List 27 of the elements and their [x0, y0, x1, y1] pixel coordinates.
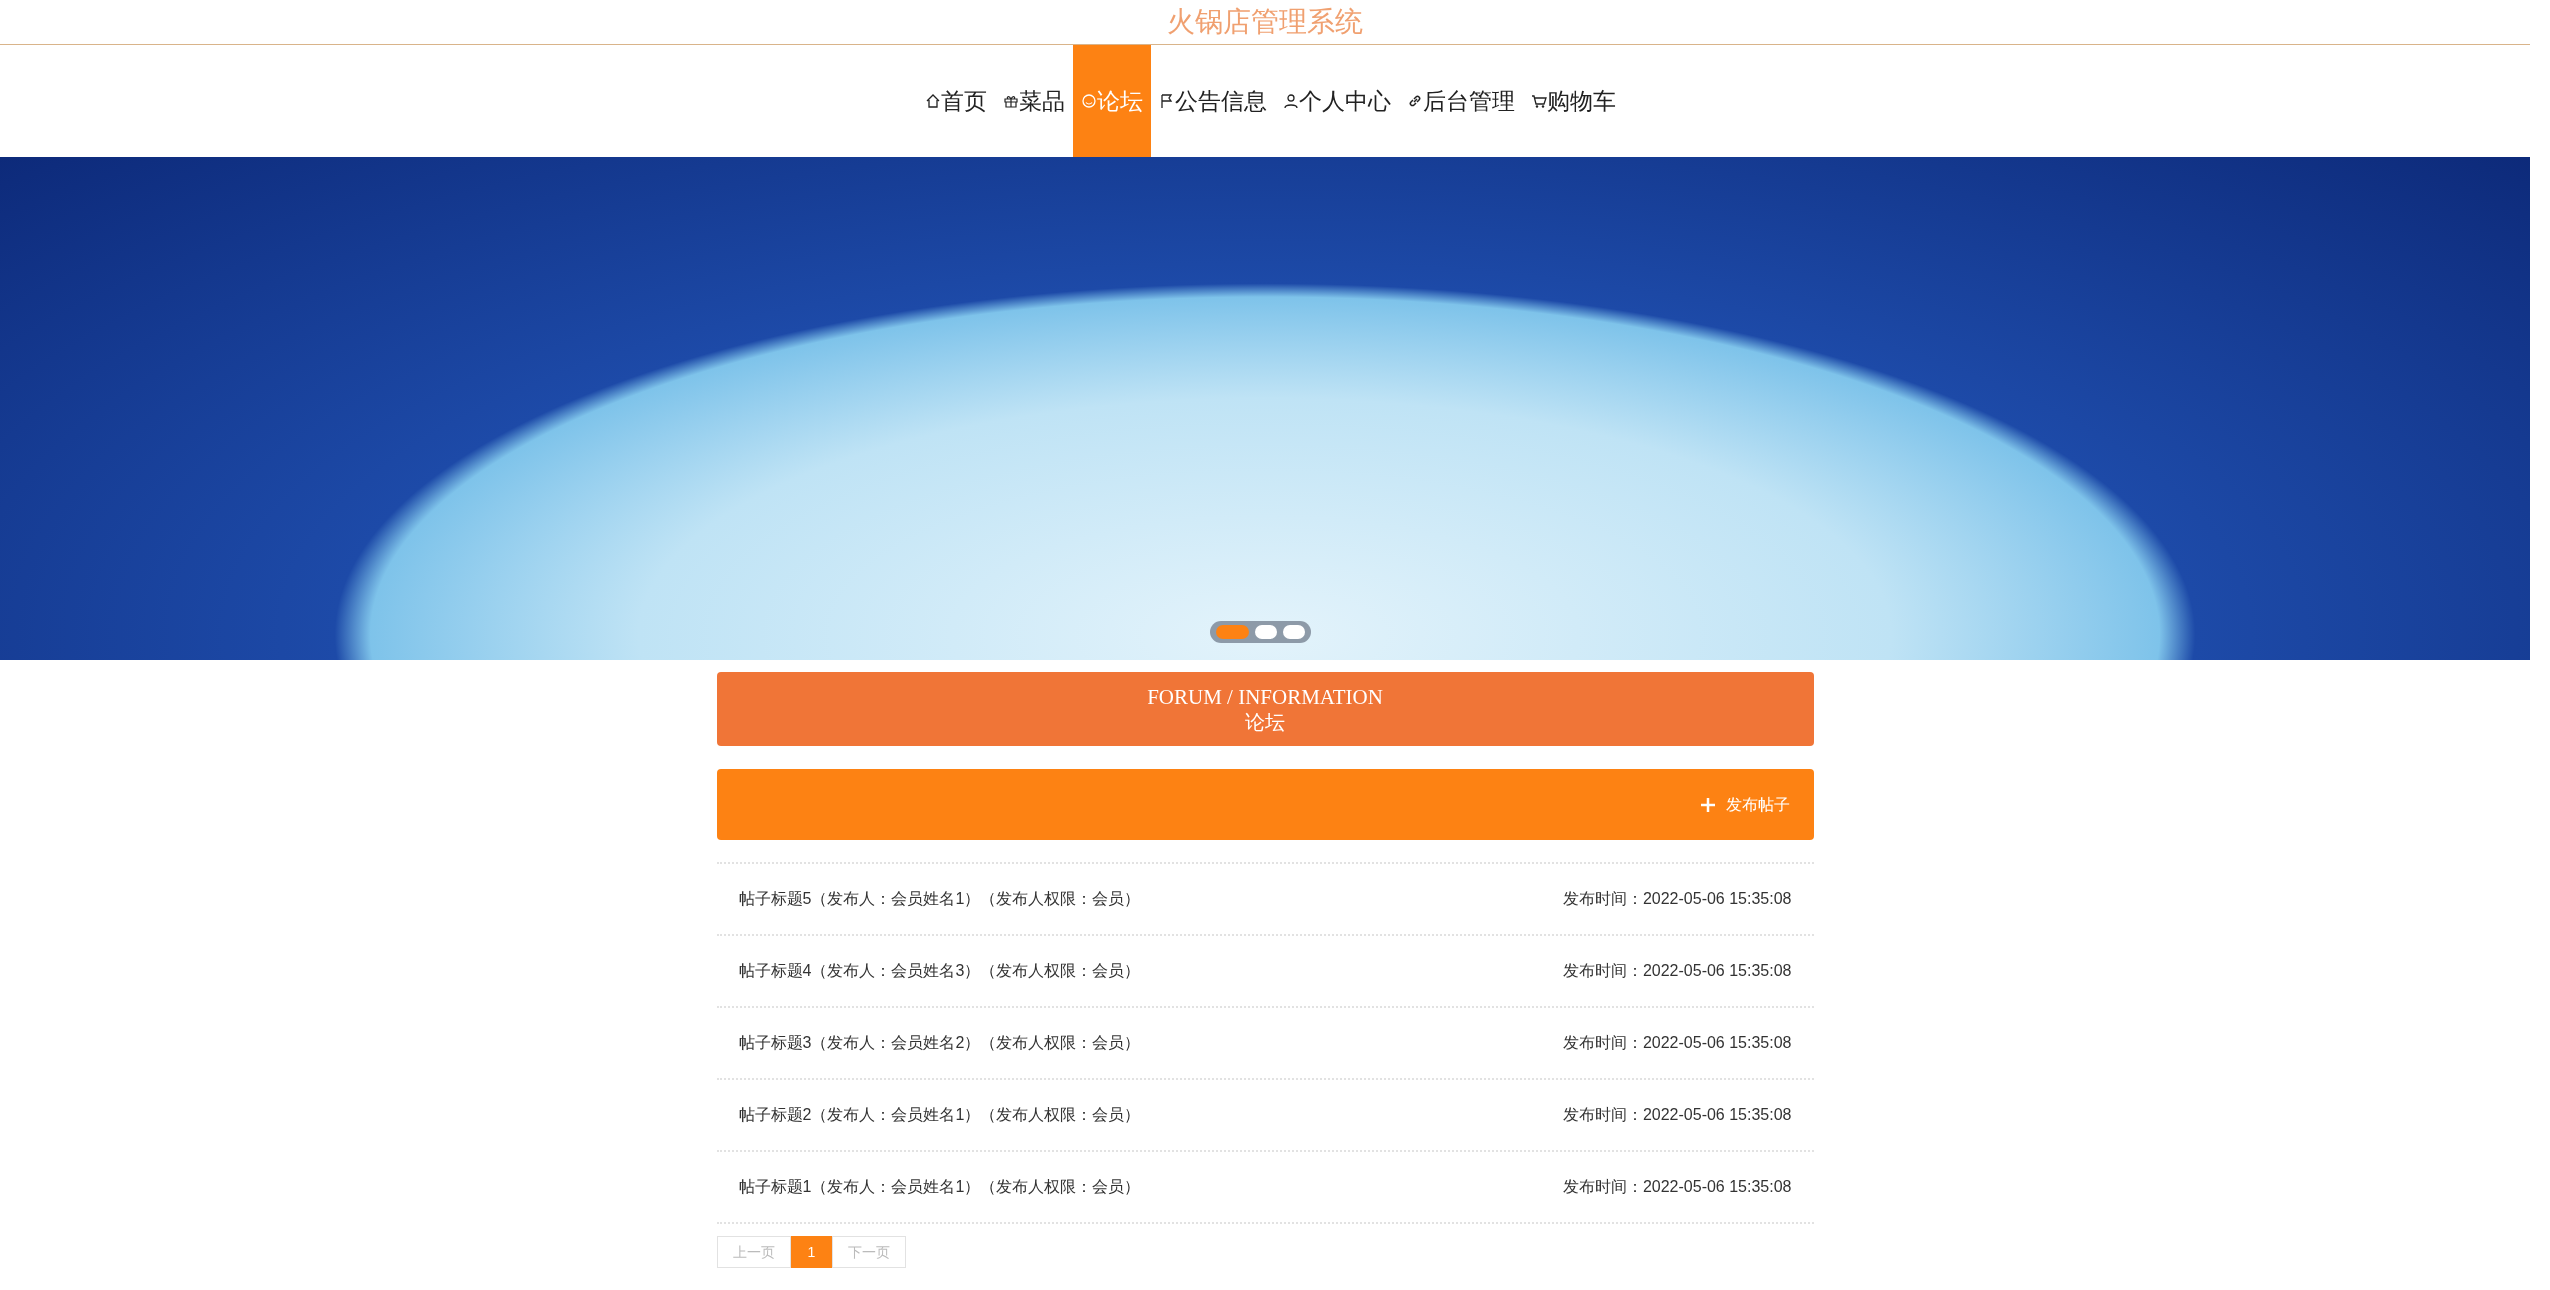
- post-title-link[interactable]: 帖子标题3（发布人：会员姓名2）（发布人权限：会员）: [738, 1031, 1141, 1055]
- post-time: 发布时间：2022-05-06 15:35:08: [1562, 1105, 1792, 1125]
- site-title: 火锅店管理系统: [1167, 8, 1363, 39]
- post-time: 发布时间：2022-05-06 15:35:08: [1562, 961, 1792, 981]
- user-icon: [1282, 93, 1299, 109]
- link-icon: [1406, 93, 1423, 109]
- home-icon: [924, 93, 941, 109]
- plus-icon: [1699, 796, 1716, 813]
- section-subtitle: 论坛: [1245, 710, 1285, 734]
- cart-icon: [1530, 93, 1547, 109]
- post-time: 发布时间：2022-05-06 15:35:08: [1562, 1177, 1792, 1197]
- post-time: 发布时间：2022-05-06 15:35:08: [1562, 889, 1792, 909]
- nav-link[interactable]: 首页: [916, 45, 995, 157]
- post-title-link[interactable]: 帖子标题1（发布人：会员姓名1）（发布人权限：会员）: [738, 1175, 1141, 1199]
- nav-link[interactable]: 个人中心: [1274, 45, 1399, 157]
- nav-link[interactable]: 菜品: [994, 45, 1073, 157]
- nav-link[interactable]: 后台管理: [1398, 45, 1523, 157]
- smile-icon: [1080, 93, 1097, 109]
- flag-icon: [1158, 93, 1175, 109]
- post-time: 发布时间：2022-05-06 15:35:08: [1562, 1033, 1792, 1053]
- gift-icon: [1002, 93, 1019, 109]
- nav-link[interactable]: 购物车: [1522, 45, 1624, 157]
- section-title: FORUM / INFORMATION: [1147, 684, 1383, 710]
- post-title-link[interactable]: 帖子标题5（发布人：会员姓名1）（发布人权限：会员）: [738, 887, 1141, 911]
- post-title-link[interactable]: 帖子标题2（发布人：会员姓名1）（发布人权限：会员）: [738, 1103, 1141, 1127]
- nav-link[interactable]: 公告信息: [1150, 45, 1275, 157]
- post-title-link[interactable]: 帖子标题4（发布人：会员姓名3）（发布人权限：会员）: [738, 959, 1141, 983]
